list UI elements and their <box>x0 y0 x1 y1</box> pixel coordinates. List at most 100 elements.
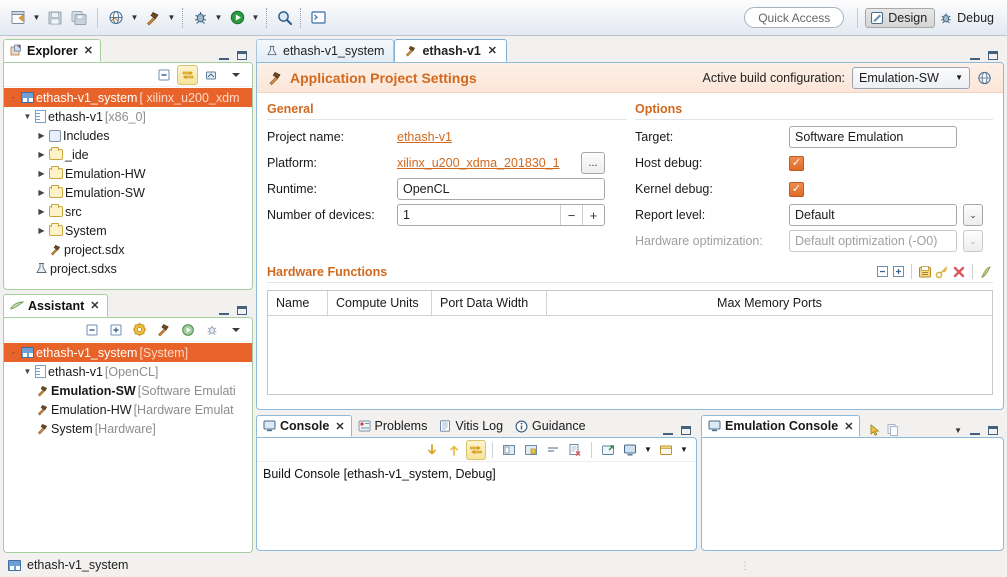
devices-decrement-button[interactable]: − <box>560 205 582 225</box>
maximize-icon[interactable] <box>681 426 691 435</box>
display-console-dropdown-arrow[interactable]: ▼ <box>642 440 654 460</box>
add-function-icon[interactable] <box>918 265 932 279</box>
scroll-up-icon[interactable] <box>444 440 464 460</box>
remove-icon[interactable] <box>952 265 966 279</box>
globe-build-icon[interactable] <box>104 6 128 30</box>
new-file-icon[interactable] <box>6 6 30 30</box>
close-icon[interactable]: ✕ <box>90 299 99 312</box>
tree-item-project-sdxs[interactable]: project.sdxs <box>4 259 252 278</box>
tab-problems[interactable]: Problems <box>352 415 434 437</box>
target-field[interactable]: Software Emulation <box>789 126 957 148</box>
maximize-icon[interactable] <box>237 51 247 60</box>
view-dropdown-icon[interactable] <box>225 320 246 340</box>
tab-assistant[interactable]: Assistant ✕ <box>3 294 108 317</box>
perspective-debug[interactable]: Debug <box>935 9 1001 27</box>
table-body[interactable] <box>268 316 992 394</box>
collapse-all-icon[interactable] <box>81 320 102 340</box>
tree-item-ethash-v1_system[interactable]: - ethash-v1_system [ xilinx_u200_xdm <box>4 88 252 107</box>
active-build-config-combo[interactable]: Emulation-SW ▼ <box>852 66 970 89</box>
tab-console[interactable]: Console ✕ <box>256 415 352 437</box>
word-wrap-icon[interactable] <box>543 440 563 460</box>
collapse-icon[interactable] <box>876 265 889 278</box>
assistant-item-ethash-v1_system[interactable]: - ethash-v1_system [System] <box>4 343 252 362</box>
devices-increment-button[interactable]: + <box>582 205 604 225</box>
quantity-stepper[interactable]: 1 − + <box>397 204 605 226</box>
editor-tab-ethash-v1[interactable]: ethash-v1 ✕ <box>394 39 508 62</box>
assistant-tree[interactable]: - ethash-v1_system [System] ▼ ethash-v1 … <box>4 342 252 552</box>
save-all-icon[interactable] <box>67 6 91 30</box>
pin-console-icon[interactable] <box>521 440 541 460</box>
pointer-icon[interactable] <box>868 423 882 437</box>
kernel-debug-checkbox[interactable]: ✓ <box>789 181 804 197</box>
run-icon[interactable] <box>225 6 249 30</box>
quick-access-input[interactable]: Quick Access <box>744 7 845 28</box>
build-hammer-icon[interactable] <box>153 320 174 340</box>
export-icon[interactable] <box>979 265 993 279</box>
save-icon[interactable] <box>43 6 67 30</box>
tab-explorer[interactable]: Explorer ✕ <box>3 39 101 62</box>
column-header-port-data-width[interactable]: Port Data Width <box>432 291 547 315</box>
maximize-icon[interactable] <box>237 306 247 315</box>
column-header-name[interactable]: Name <box>268 291 328 315</box>
tree-twisty[interactable]: ▶ <box>36 131 47 140</box>
tree-twisty[interactable]: ▶ <box>36 207 47 216</box>
tab-emulation-console[interactable]: Emulation Console ✕ <box>701 415 861 437</box>
minimize-icon[interactable] <box>219 306 229 315</box>
expand-icon[interactable] <box>892 265 905 278</box>
copy-icon[interactable] <box>886 423 900 437</box>
debug-dropdown-arrow[interactable]: ▼ <box>212 7 225 29</box>
build-dropdown-arrow[interactable]: ▼ <box>165 7 178 29</box>
assistant-item-emulation-hw[interactable]: Emulation-HW [Hardware Emulat <box>4 400 252 419</box>
tree-twisty[interactable]: ▶ <box>36 169 47 178</box>
build-config-dropdown-arrow[interactable]: ▼ <box>128 7 141 29</box>
column-header-max-memory-ports[interactable]: Max Memory Ports <box>547 291 992 315</box>
maximize-icon[interactable] <box>988 51 998 60</box>
assistant-item-ethash-v1[interactable]: ▼ ethash-v1 [OpenCL] <box>4 362 252 381</box>
tree-twisty[interactable]: - <box>8 93 19 102</box>
platform-browse-button[interactable]: ... <box>581 152 605 174</box>
settings-gear-icon[interactable] <box>129 320 150 340</box>
minimize-icon[interactable] <box>970 51 980 60</box>
close-icon[interactable]: ✕ <box>335 420 344 433</box>
run-dropdown-arrow[interactable]: ▼ <box>249 7 262 29</box>
assistant-item-system[interactable]: System [Hardware] <box>4 419 252 438</box>
tree-item-project-sdx[interactable]: project.sdx <box>4 240 252 259</box>
collapse-all-icon[interactable] <box>153 65 174 85</box>
new-console-dropdown-arrow[interactable]: ▼ <box>678 440 690 460</box>
minimize-icon[interactable] <box>219 51 229 60</box>
link-with-editor-icon[interactable] <box>177 64 198 85</box>
tree-twisty[interactable]: ▶ <box>36 226 47 235</box>
new-file-dropdown-arrow[interactable]: ▼ <box>30 7 43 29</box>
close-icon[interactable]: ✕ <box>488 44 497 57</box>
tab-vitis-log[interactable]: Vitis Log <box>433 415 509 437</box>
editor-tab-ethash-v1_system[interactable]: ethash-v1_system <box>256 39 395 62</box>
tree-twisty[interactable]: ▼ <box>22 112 33 121</box>
devices-value[interactable]: 1 <box>398 208 560 222</box>
report-level-field[interactable]: Default <box>789 204 957 226</box>
close-icon[interactable]: ✕ <box>844 420 853 433</box>
view-dropdown-icon[interactable] <box>225 65 246 85</box>
globe-build-icon[interactable] <box>977 70 993 86</box>
tree-twisty[interactable]: ▶ <box>36 150 47 159</box>
tree-twisty[interactable]: ▼ <box>22 367 33 376</box>
minimize-icon[interactable] <box>663 426 673 435</box>
hammer-icon[interactable] <box>141 6 165 30</box>
report-level-dropdown-arrow[interactable]: ⌄ <box>963 204 983 226</box>
remove-console-icon[interactable] <box>565 440 585 460</box>
debug-icon[interactable] <box>201 320 222 340</box>
new-console-icon[interactable] <box>656 440 676 460</box>
open-console-icon[interactable] <box>598 440 618 460</box>
scroll-down-icon[interactable] <box>422 440 442 460</box>
tree-item-emulation-sw[interactable]: ▶ Emulation-SW <box>4 183 252 202</box>
run-icon[interactable] <box>177 320 198 340</box>
tree-item-ethash-v1[interactable]: ▼ ethash-v1 [x86_0] <box>4 107 252 126</box>
project-name-link[interactable]: ethash-v1 <box>397 130 452 144</box>
minimize-icon[interactable] <box>970 426 980 435</box>
tree-item-emulation-hw[interactable]: ▶ Emulation-HW <box>4 164 252 183</box>
perspective-design[interactable]: Design <box>865 7 936 28</box>
assistant-item-emulation-sw[interactable]: Emulation-SW [Software Emulati <box>4 381 252 400</box>
scroll-lock-icon[interactable] <box>466 439 486 460</box>
hardware-functions-table[interactable]: Name Compute Units Port Data Width Max M… <box>267 290 993 395</box>
host-debug-checkbox[interactable]: ✓ <box>789 155 804 171</box>
display-console-icon[interactable] <box>620 440 640 460</box>
